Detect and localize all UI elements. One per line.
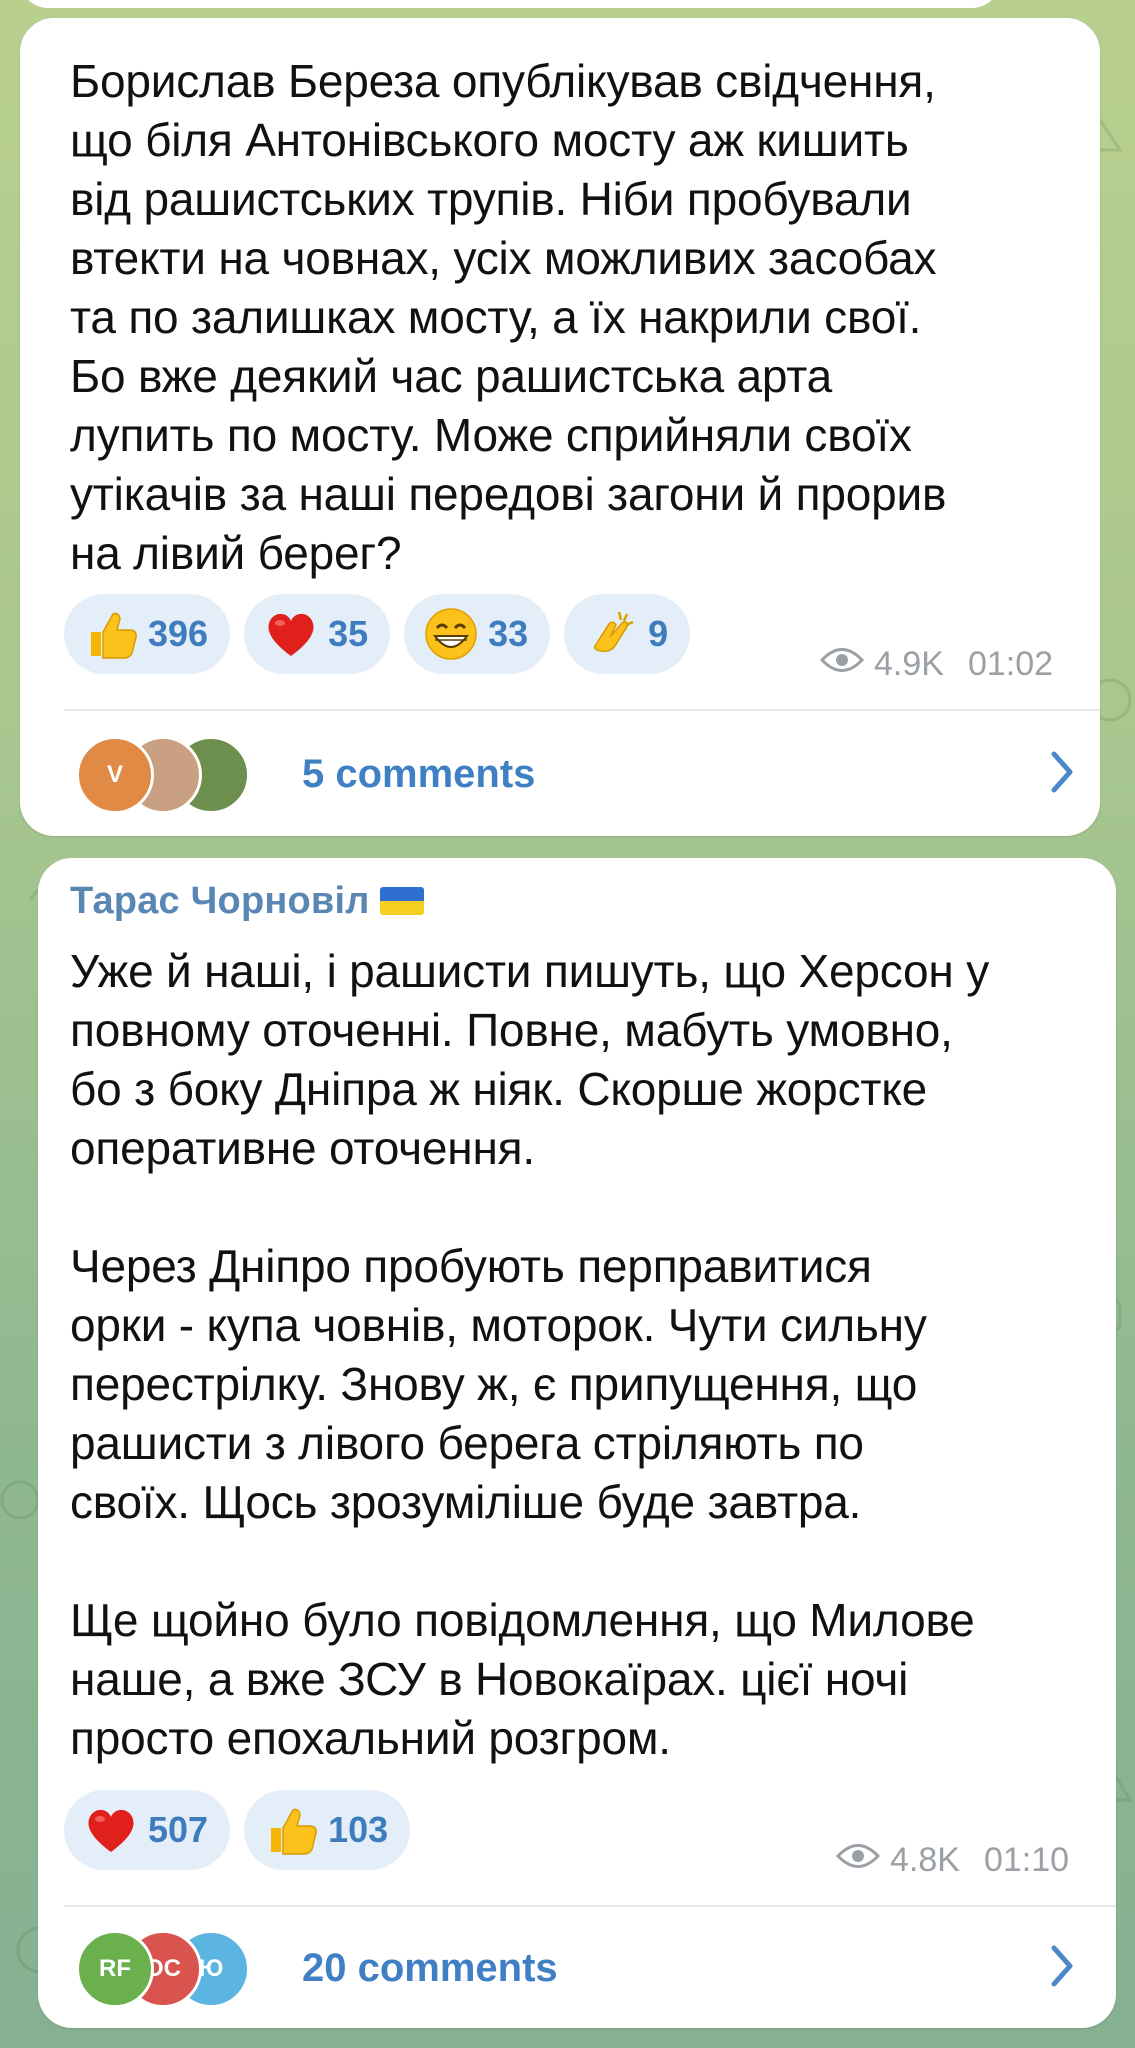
eye-icon	[819, 645, 865, 684]
reaction-count: 35	[328, 613, 369, 654]
reaction-thumbs-up[interactable]: 396	[64, 594, 231, 674]
post-author[interactable]: Тарас Чорновіл	[70, 880, 424, 923]
reaction-count: 396	[148, 613, 209, 654]
author-name: Тарас Чорновіл	[70, 880, 370, 922]
ukraine-flag-icon	[379, 887, 424, 915]
chevron-right-icon	[1048, 750, 1076, 799]
reactions-bar: 507 103	[64, 1790, 411, 1870]
previous-message-bubble	[20, 0, 1000, 8]
channel-post: Борислав Береза опублікував свідчення, щ…	[20, 18, 1100, 836]
chevron-right-icon	[1048, 1944, 1076, 1993]
post-meta: 4.8K 01:10	[835, 1841, 1070, 1880]
reactions-bar: 396 35 33 9	[64, 594, 691, 674]
commenter-avatars: V	[76, 736, 266, 814]
forwarded-post: Тарас Чорновіл Уже й наші, і рашисти пиш…	[38, 858, 1116, 2028]
post-meta: 4.9K 01:02	[819, 645, 1054, 684]
avatar: RF	[76, 1930, 154, 2008]
post-time: 01:02	[967, 645, 1054, 683]
heart-icon	[262, 605, 320, 663]
heart-icon	[82, 1801, 140, 1859]
comments-count-label: 5 comments	[302, 751, 536, 796]
divider	[64, 1905, 1116, 1907]
reaction-count: 9	[648, 613, 669, 654]
commenter-avatars: RF OC Ю	[76, 1930, 266, 2008]
grin-face-icon	[422, 605, 480, 663]
avatar: V	[76, 736, 154, 814]
reaction-clap[interactable]: 9	[564, 594, 691, 674]
comments-button[interactable]: RF OC Ю 20 comments	[76, 1930, 1086, 2008]
eye-icon	[835, 1841, 881, 1880]
view-count: 4.9K	[874, 645, 944, 683]
reaction-count: 507	[148, 1809, 209, 1850]
reaction-count: 103	[328, 1809, 389, 1850]
comments-count-label: 20 comments	[302, 1945, 558, 1990]
reaction-thumbs-up[interactable]: 103	[244, 1790, 411, 1870]
reaction-heart[interactable]: 35	[244, 594, 391, 674]
reaction-heart[interactable]: 507	[64, 1790, 231, 1870]
reaction-count: 33	[488, 613, 529, 654]
post-text: Борислав Береза опублікував свідчення, щ…	[70, 55, 947, 579]
post-text: Уже й наші, і рашисти пишуть, що Херсон …	[70, 945, 990, 1764]
thumbs-up-icon	[82, 605, 140, 663]
reaction-grin[interactable]: 33	[404, 594, 551, 674]
post-time: 01:10	[983, 1841, 1070, 1879]
view-count: 4.8K	[890, 1841, 960, 1879]
thumbs-up-icon	[262, 1801, 320, 1859]
clapping-hands-icon	[582, 605, 640, 663]
divider	[64, 709, 1100, 711]
comments-button[interactable]: V 5 comments	[76, 736, 1086, 814]
